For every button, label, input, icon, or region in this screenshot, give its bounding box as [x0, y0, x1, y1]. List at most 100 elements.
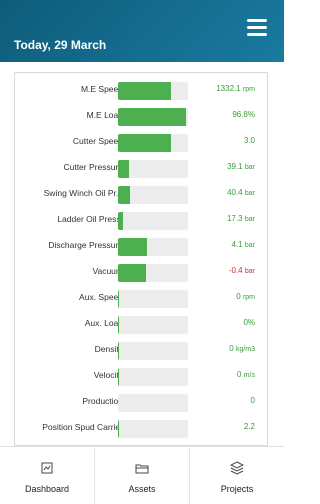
metric-value-number: 0 — [250, 396, 255, 405]
metric-bar — [118, 368, 188, 386]
metric-value-number: 17.3 — [227, 214, 243, 223]
metric-value-unit: bar — [244, 190, 255, 197]
metric-value-number: 1332.1 — [216, 84, 241, 93]
tab-dashboard-label: Dashboard — [24, 484, 70, 494]
metric-value: 0% — [243, 318, 255, 327]
metric-bar-fill — [118, 316, 120, 334]
tab-projects[interactable]: Projects — [190, 447, 284, 504]
metric-value-number: 0 — [237, 370, 242, 379]
metric-label: Density — [94, 344, 123, 354]
metric-row: Velocity 0 m/s — [15, 365, 269, 389]
metric-row: Ladder Oil Press. 17.3 bar — [15, 209, 269, 233]
metric-row: Cutter Pressure 39.1 bar — [15, 157, 269, 181]
metric-label: Cutter Pressure — [63, 162, 123, 172]
metric-label: Position Spud Carrier — [42, 422, 123, 432]
metric-bar — [118, 134, 188, 152]
projects-icon — [230, 461, 244, 475]
metric-label: Production — [82, 396, 123, 406]
metric-bar — [118, 82, 188, 100]
metric-row: M.E Speed 1332.1 rpm — [15, 79, 269, 103]
tab-dashboard[interactable]: Dashboard — [0, 447, 95, 504]
metric-bar — [118, 108, 188, 126]
metric-row: Aux. Speed 0 rpm — [15, 287, 269, 311]
metric-value-number: -0.4 — [228, 266, 243, 275]
metric-value: -0.4 bar — [229, 266, 255, 275]
metric-row: Position Spud Carrier 2.2 — [15, 417, 269, 441]
metric-row: Swing Winch Oil Pr... 40.4 bar — [15, 183, 269, 207]
metric-value-number: 40.4 — [227, 188, 243, 197]
metric-bar — [118, 316, 188, 334]
metric-row: Cutter Speed 3.0 — [15, 131, 269, 155]
metric-bar — [118, 238, 188, 256]
bottom-nav: Dashboard Assets Projects — [0, 446, 284, 504]
metric-bar — [118, 420, 188, 438]
header-date: Today, 29 March — [14, 38, 107, 52]
metric-value-unit: bar — [244, 268, 255, 275]
metric-label: M.E Speed — [80, 84, 123, 94]
metric-value: 0 rpm — [236, 292, 255, 301]
metric-bar-fill — [118, 82, 172, 100]
metric-value: 0 kg/m3 — [229, 344, 255, 353]
metric-value-number: 0% — [243, 318, 255, 327]
metric-bar-fill — [118, 134, 172, 152]
metric-bar-fill — [118, 212, 123, 230]
hamburger-menu-icon[interactable] — [247, 19, 267, 36]
metric-value-unit: bar — [244, 242, 255, 249]
metric-bar-fill — [118, 238, 148, 256]
metric-bar-fill — [118, 342, 120, 360]
metric-value-unit: bar — [244, 216, 255, 223]
tab-assets-label: Assets — [128, 484, 156, 494]
assets-icon — [135, 464, 149, 474]
metric-row: M.E Load 96.8% — [15, 105, 269, 129]
metric-value: 4.1 bar — [232, 240, 255, 249]
metric-value-number: 39.1 — [227, 162, 243, 171]
metric-row: Aux. Load 0% — [15, 313, 269, 337]
metric-bar-fill — [118, 108, 186, 126]
metric-value: 3.0 — [244, 136, 255, 145]
metric-row: Vacuum -0.4 bar — [15, 261, 269, 285]
metric-bar-fill — [118, 160, 130, 178]
metric-bar-fill — [118, 368, 120, 386]
metric-value-number: 4.1 — [231, 240, 243, 249]
metric-label: Swing Winch Oil Pr... — [43, 188, 123, 198]
metric-value-number: 0 — [236, 292, 241, 301]
metric-bar — [118, 290, 188, 308]
metric-value: 96.8% — [232, 110, 255, 119]
metric-bar-fill — [118, 420, 120, 438]
metric-row: Production 0 — [15, 391, 269, 415]
metric-value: 2.2 — [244, 422, 255, 431]
metric-value-unit: bar — [244, 164, 255, 171]
metric-value-unit: m/s — [243, 372, 255, 379]
metric-value-number: 3.0 — [243, 136, 255, 145]
metric-bar — [118, 160, 188, 178]
metric-label: Ladder Oil Press. — [57, 214, 123, 224]
metric-value-number: 96.8% — [232, 110, 255, 119]
metric-bar-fill — [118, 290, 120, 308]
metric-bar — [118, 212, 188, 230]
metric-label: Cutter Speed — [72, 136, 123, 146]
metric-label: M.E Load — [86, 110, 123, 120]
metric-label: Aux. Speed — [79, 292, 123, 302]
app-header: Today, 29 March — [0, 0, 284, 62]
metric-label: Vacuum — [92, 266, 123, 276]
metric-bar-fill — [118, 186, 130, 204]
metric-value-number: 0 — [229, 344, 234, 353]
metric-row: Discharge Pressure 4.1 bar — [15, 235, 269, 259]
metric-bar — [118, 342, 188, 360]
metric-bar — [118, 186, 188, 204]
metric-label: Velocity — [93, 370, 123, 380]
metric-row: Density 0 kg/m3 — [15, 339, 269, 363]
tab-assets[interactable]: Assets — [95, 447, 190, 504]
metric-value: 40.4 bar — [227, 188, 255, 197]
metric-bar — [118, 264, 188, 282]
metric-value: 17.3 bar — [227, 214, 255, 223]
metrics-panel: M.E Speed 1332.1 rpm M.E Load 96.8% Cutter S… — [14, 72, 268, 446]
metric-value-unit: rpm — [242, 294, 255, 301]
metric-value: 0 — [251, 396, 255, 405]
metric-bar-fill — [118, 264, 146, 282]
metric-value: 39.1 bar — [227, 162, 255, 171]
metric-value: 1332.1 rpm — [216, 84, 255, 93]
metric-value-number: 2.2 — [243, 422, 255, 431]
dashboard-icon — [41, 462, 53, 474]
metric-label: Discharge Pressure — [48, 240, 123, 250]
